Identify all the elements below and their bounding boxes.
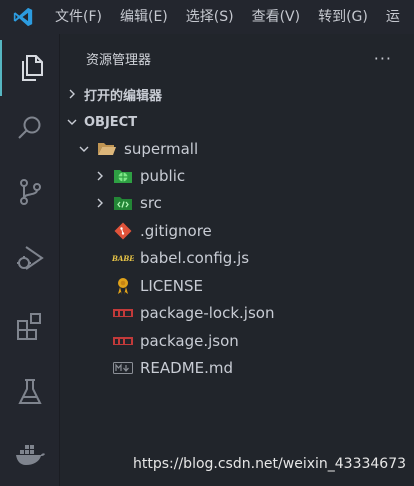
- tree-label: babel.config.js: [140, 248, 250, 267]
- vscode-logo-icon: [0, 0, 46, 34]
- menu-run[interactable]: 运: [377, 0, 400, 34]
- menu-view[interactable]: 查看(V): [243, 0, 310, 34]
- markdown-icon: [112, 358, 134, 378]
- tree-label: package.json: [140, 331, 239, 350]
- src-folder-icon: [112, 193, 134, 213]
- npm-icon: [112, 331, 134, 351]
- run-debug-icon[interactable]: [0, 230, 59, 286]
- explorer-icon[interactable]: [0, 40, 59, 96]
- chevron-right-icon: [64, 89, 80, 99]
- chevron-down-icon: [64, 117, 80, 127]
- git-icon: [112, 221, 134, 241]
- workspace-label: OBJECT: [84, 114, 138, 130]
- chevron-right-icon: [92, 198, 108, 208]
- activity-bar: [0, 34, 60, 486]
- chevron-right-icon: [92, 171, 108, 181]
- license-icon: [112, 276, 134, 296]
- testing-icon[interactable]: [0, 364, 59, 420]
- tree-label: supermall: [124, 139, 199, 158]
- menu-edit[interactable]: 编辑(E): [111, 0, 177, 34]
- tree-file-readme[interactable]: README.md: [112, 354, 233, 381]
- open-editors-label: 打开的编辑器: [84, 88, 163, 104]
- explorer-sidebar: 资源管理器 ··· 打开的编辑器 OBJECT supermall public…: [60, 34, 414, 486]
- tree-label: package-lock.json: [140, 303, 275, 322]
- workspace-section[interactable]: OBJECT: [64, 110, 137, 134]
- tree-label: .gitignore: [140, 221, 212, 240]
- tree-file-license[interactable]: LICENSE: [112, 272, 203, 299]
- explorer-header: 资源管理器 ···: [60, 34, 414, 82]
- menu-selection[interactable]: 选择(S): [177, 0, 243, 34]
- tree-folder-src[interactable]: src: [92, 189, 162, 216]
- more-actions-icon[interactable]: ···: [374, 49, 392, 68]
- svg-text:BABEL: BABEL: [112, 254, 134, 263]
- tree-file-gitignore[interactable]: .gitignore: [112, 217, 212, 244]
- folder-open-icon: [96, 139, 118, 159]
- search-icon[interactable]: [0, 100, 59, 156]
- tree-label: README.md: [140, 358, 234, 377]
- source-control-icon[interactable]: [0, 164, 59, 220]
- tree-folder-root[interactable]: supermall: [76, 135, 198, 162]
- open-editors-section[interactable]: 打开的编辑器: [64, 82, 162, 106]
- tree-folder-public[interactable]: public: [92, 162, 185, 189]
- tree-file-package[interactable]: package.json: [112, 327, 239, 354]
- docker-icon[interactable]: [0, 426, 59, 482]
- chevron-down-icon: [76, 144, 92, 154]
- watermark-text: https://blog.csdn.net/weixin_43334673: [133, 456, 407, 472]
- explorer-title: 资源管理器: [86, 52, 152, 68]
- tree-file-babel[interactable]: BABEL babel.config.js: [112, 244, 249, 271]
- public-folder-icon: [112, 166, 134, 186]
- menu-file[interactable]: 文件(F): [46, 0, 111, 34]
- menu-bar: 文件(F) 编辑(E) 选择(S) 查看(V) 转到(G) 运: [0, 0, 414, 35]
- babel-icon: BABEL: [112, 248, 134, 268]
- tree-label: LICENSE: [140, 276, 203, 295]
- npm-icon: [112, 303, 134, 323]
- extensions-icon[interactable]: [0, 298, 59, 354]
- tree-file-package-lock[interactable]: package-lock.json: [112, 299, 274, 326]
- menu-go[interactable]: 转到(G): [309, 0, 377, 34]
- tree-label: public: [140, 166, 186, 185]
- tree-label: src: [140, 193, 162, 212]
